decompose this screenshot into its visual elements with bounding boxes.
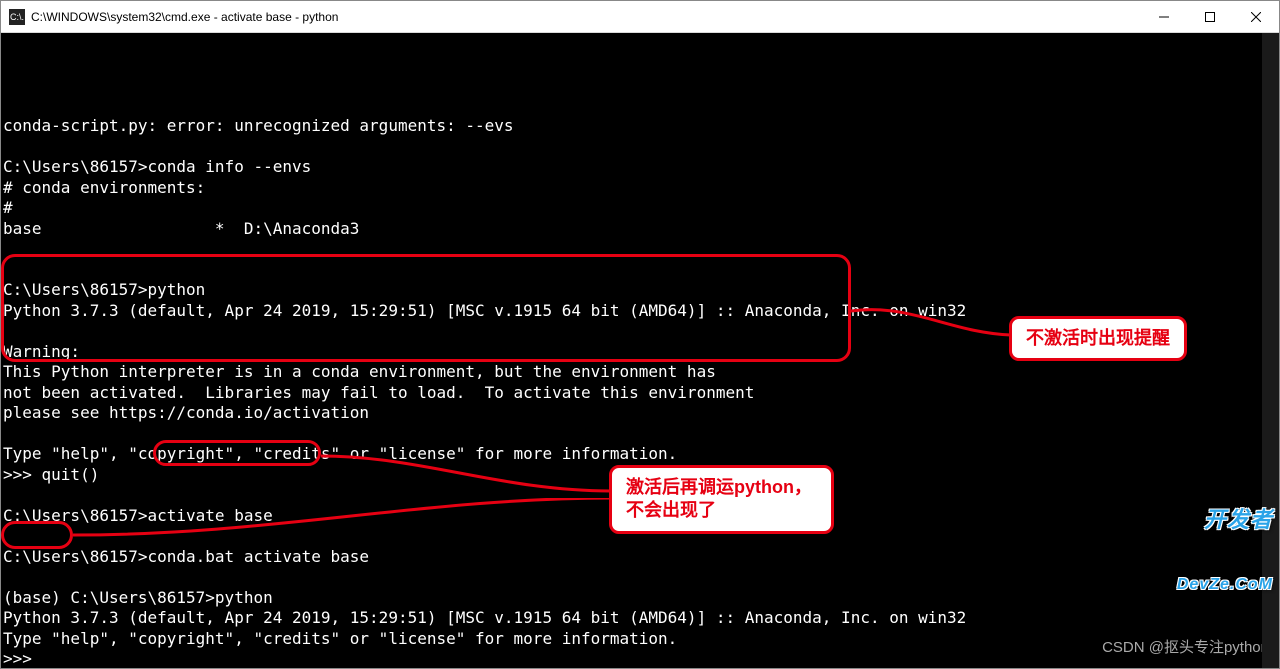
logo-line1: 开发者 bbox=[1177, 508, 1273, 531]
cmd-icon: C:\. bbox=[9, 9, 25, 25]
maximize-button[interactable] bbox=[1187, 1, 1233, 32]
terminal-output: conda-script.py: error: unrecognized arg… bbox=[3, 116, 1277, 668]
callout-after-activate: 激活后再调运python，不会出现了 bbox=[609, 465, 834, 534]
site-logo: 开发者 DevZe.CoM bbox=[1177, 462, 1273, 640]
window-title: C:\WINDOWS\system32\cmd.exe - activate b… bbox=[31, 10, 1141, 24]
close-button[interactable] bbox=[1233, 1, 1279, 32]
minimize-button[interactable] bbox=[1141, 1, 1187, 32]
logo-line2: DevZe.CoM bbox=[1177, 577, 1273, 594]
titlebar[interactable]: C:\. C:\WINDOWS\system32\cmd.exe - activ… bbox=[1, 1, 1279, 33]
watermark-text: CSDN @抠头专注python bbox=[1102, 638, 1269, 659]
callout-not-activated: 不激活时出现提醒 bbox=[1009, 316, 1187, 361]
cmd-window: C:\. C:\WINDOWS\system32\cmd.exe - activ… bbox=[0, 0, 1280, 669]
window-controls bbox=[1141, 1, 1279, 32]
terminal-area[interactable]: conda-script.py: error: unrecognized arg… bbox=[1, 33, 1279, 668]
